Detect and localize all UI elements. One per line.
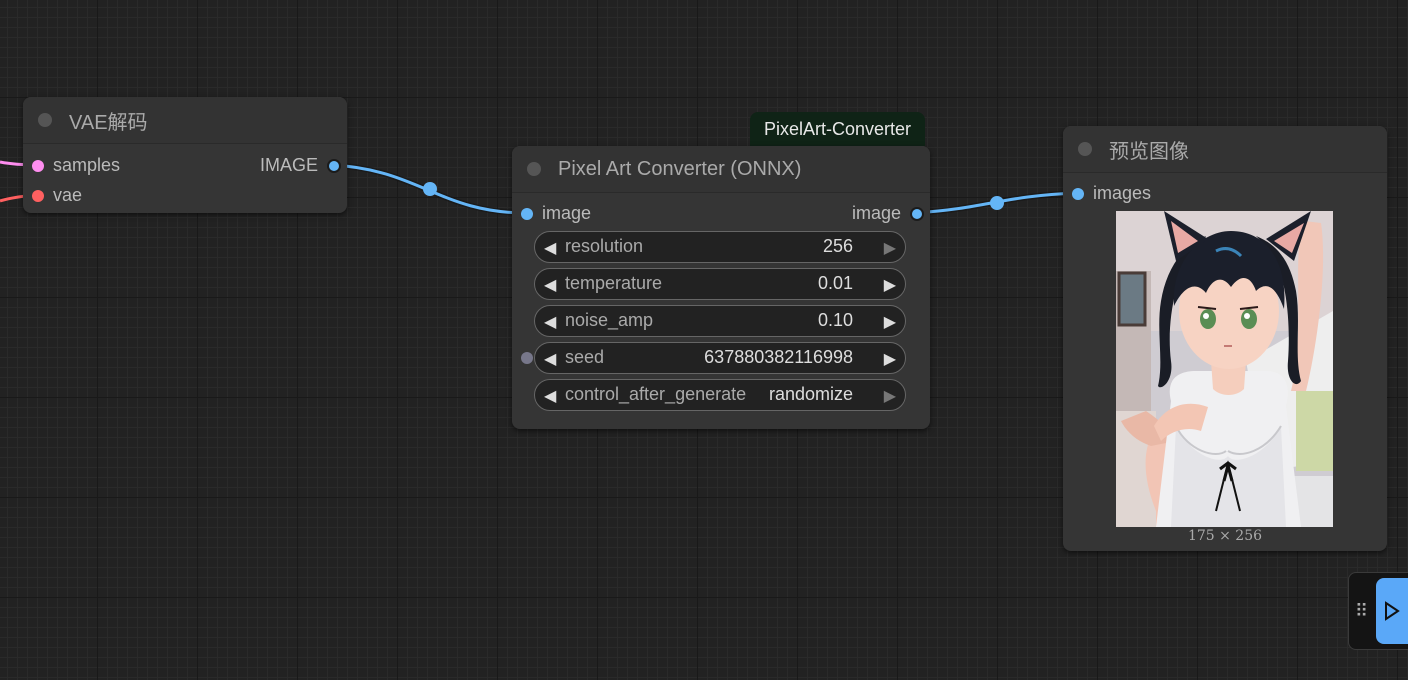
seed-input-dot-icon[interactable] [521,352,533,364]
widget-value: 0.01 [817,273,853,293]
image-slots-row: image image [512,202,930,226]
image-size-caption: 175 × 256 [1187,528,1263,544]
slot-label: samples [53,155,121,175]
node-title-bar[interactable]: Pixel Art Converter (ONNX) [512,146,930,193]
widget-name: control_after_generate [565,384,747,404]
node-title: 预览图像 [1109,140,1189,163]
collapse-dot-icon[interactable] [38,113,52,127]
widget-name: seed [565,347,605,367]
decrement-arrow-icon[interactable]: ◀ [544,238,556,258]
noise-amp-widget[interactable]: ◀ noise_amp 0.10 ▶ [534,305,906,337]
widget-name: temperature [565,273,663,293]
node-title: VAE解码 [69,111,148,134]
output-slot-label: IMAGE [259,155,318,175]
slot-dot-icon[interactable] [32,160,44,172]
output-dot-icon[interactable] [329,161,339,171]
slot-label: vae [53,185,83,205]
increment-arrow-icon[interactable]: ▶ [884,275,896,295]
collapse-dot-icon[interactable] [1078,142,1092,156]
collapse-dot-icon[interactable] [527,162,541,176]
preview-image[interactable] [1116,211,1333,527]
decrement-arrow-icon[interactable]: ◀ [544,275,556,295]
queue-panel: ⠿ [1348,572,1408,650]
node-title-bar[interactable]: 预览图像 [1063,126,1387,173]
slot-dot-icon[interactable] [32,190,44,202]
drag-handle-icon[interactable]: ⠿ [1355,601,1368,622]
link-midpoint[interactable] [423,182,437,196]
input-slot-label: image [542,203,592,223]
node-group-badge: PixelArt-Converter [750,112,925,146]
widget-name: resolution [565,236,644,256]
input-slot-samples[interactable]: samples IMAGE [23,154,347,178]
widget-name: noise_amp [565,310,654,330]
widget-value: 0.10 [817,310,853,330]
node-title: Pixel Art Converter (ONNX) [558,157,802,180]
resolution-widget[interactable]: ◀ resolution 256 ▶ [534,231,906,263]
anime-girl-illustration [1116,211,1333,527]
widget-value: randomize [768,384,853,404]
input-dot-icon[interactable] [1072,188,1084,200]
decrement-arrow-icon[interactable]: ◀ [544,349,556,369]
run-queue-button[interactable] [1376,578,1408,644]
seed-widget[interactable]: ◀ seed 637880382116998 ▶ [534,342,906,374]
widget-value: 256 [822,236,853,256]
link-midpoint[interactable] [990,196,1004,210]
input-slot-vae[interactable]: vae [23,184,347,208]
input-dot-icon[interactable] [521,208,533,220]
node-title-bar[interactable]: VAE解码 [23,97,347,144]
increment-arrow-icon[interactable]: ▶ [884,238,896,258]
decrement-arrow-icon[interactable]: ◀ [544,312,556,332]
output-dot-icon[interactable] [912,209,922,219]
decrement-arrow-icon[interactable]: ◀ [544,386,556,406]
increment-arrow-icon[interactable]: ▶ [884,312,896,332]
input-slot-images[interactable]: images [1063,182,1387,206]
output-slot-label: image [851,203,901,223]
control-after-generate-widget[interactable]: ◀ control_after_generate randomize ▶ [534,379,906,411]
widget-value: 637880382116998 [704,347,853,367]
increment-arrow-icon[interactable]: ▶ [884,349,896,369]
preview-image-node[interactable]: 预览图像 images 175 × 256 [1063,126,1387,551]
increment-arrow-icon[interactable]: ▶ [884,386,896,406]
pixel-art-converter-node[interactable]: Pixel Art Converter (ONNX) image image ◀… [512,146,930,429]
input-slot-label: images [1093,183,1152,203]
temperature-widget[interactable]: ◀ temperature 0.01 ▶ [534,268,906,300]
play-icon [1385,601,1400,621]
vae-decode-node[interactable]: VAE解码 samples IMAGE vae [23,97,347,213]
